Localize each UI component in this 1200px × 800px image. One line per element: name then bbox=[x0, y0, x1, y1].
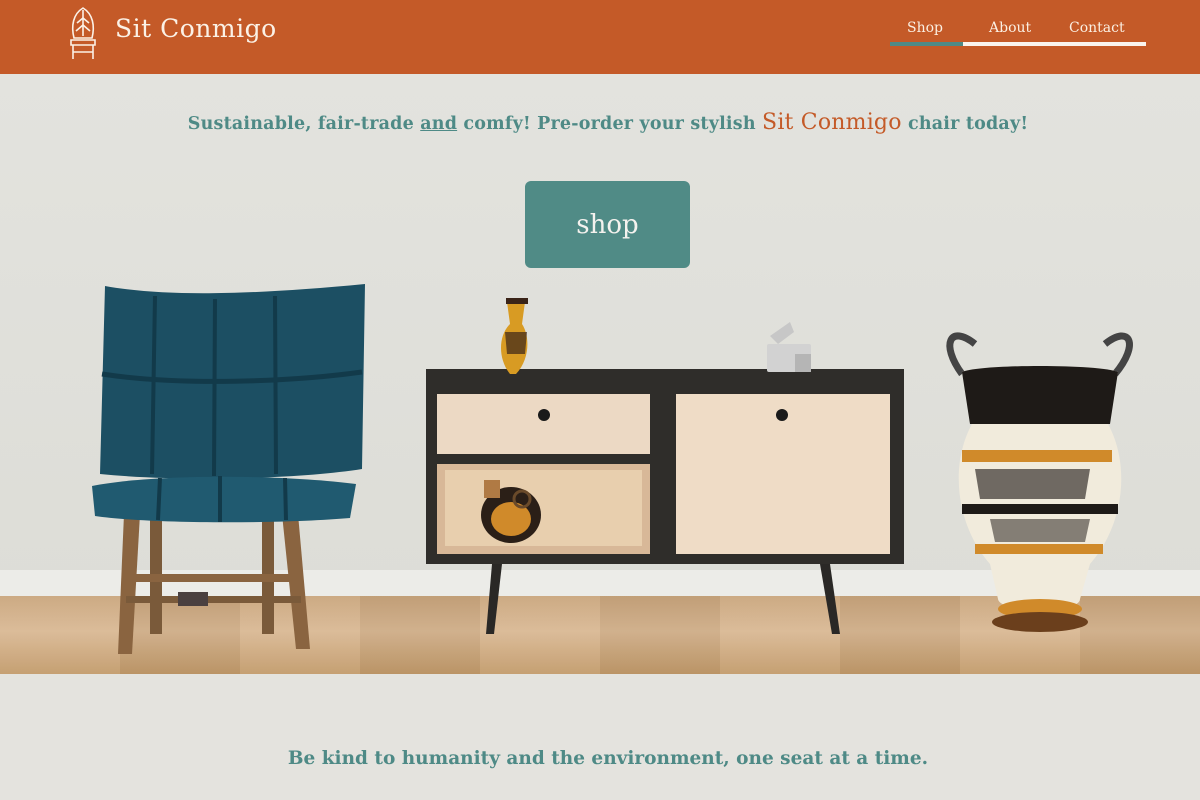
shop-button[interactable]: shop bbox=[525, 181, 690, 268]
footer-tagline: Be kind to humanity and the environment,… bbox=[287, 748, 929, 769]
armchair bbox=[92, 284, 365, 654]
hero-section: Sustainable, fair-trade and comfy! Pre-o… bbox=[0, 74, 1200, 674]
footer-section: Be kind to humanity and the environment,… bbox=[0, 674, 1200, 800]
hero-tagline: Sustainable, fair-trade and comfy! Pre-o… bbox=[0, 110, 1200, 135]
tagline-and: and bbox=[420, 114, 458, 134]
nav-link-contact[interactable]: Contact bbox=[1069, 20, 1125, 36]
tagline-brand: Sit Conmigo bbox=[762, 110, 902, 135]
chair-leaf-icon[interactable] bbox=[66, 4, 100, 60]
nav-active-indicator bbox=[890, 42, 963, 46]
tagline-mid: comfy! Pre-order your stylish bbox=[457, 114, 763, 134]
small-vase bbox=[501, 298, 528, 374]
site-header: Sit Conmigo Shop About Contact bbox=[0, 0, 1200, 74]
sideboard bbox=[426, 369, 904, 634]
hero-illustration bbox=[92, 284, 1133, 654]
figurine bbox=[767, 322, 811, 372]
amphora bbox=[946, 332, 1133, 632]
nav-link-about[interactable]: About bbox=[989, 20, 1031, 36]
main-nav: Shop About Contact bbox=[890, 0, 1146, 74]
tagline-start: Sustainable, fair-trade bbox=[187, 114, 421, 134]
nav-link-shop[interactable]: Shop bbox=[907, 20, 943, 36]
tagline-end: chair today! bbox=[901, 114, 1029, 134]
brand-name[interactable]: Sit Conmigo bbox=[115, 14, 277, 43]
nav-underline bbox=[963, 42, 1146, 46]
